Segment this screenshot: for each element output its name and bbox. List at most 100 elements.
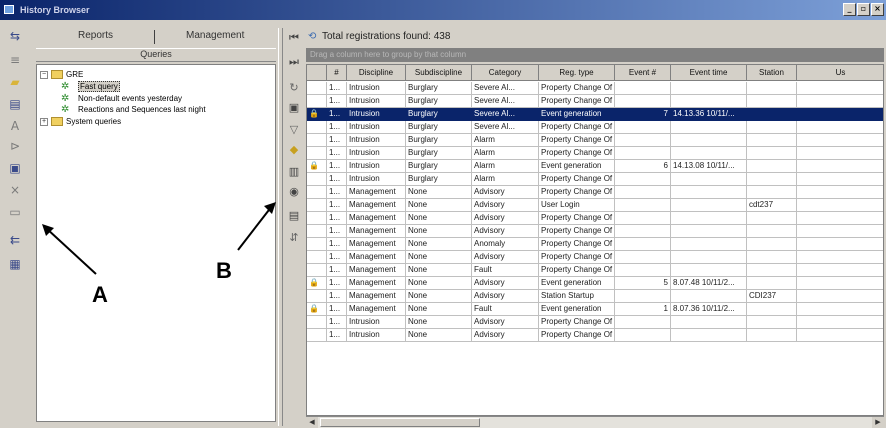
results-grid[interactable]: # Discipline Subdiscipline Category Reg. typ… [306, 64, 884, 416]
cell-discipline: Intrusion [347, 160, 406, 173]
column-header-user[interactable]: Us [797, 65, 883, 81]
refresh-icon[interactable]: ↻ [285, 80, 303, 95]
grid-icon[interactable]: ▦ [6, 256, 24, 272]
tree-node-fast-query[interactable]: ✲ Fast query [61, 81, 120, 92]
folder-icon[interactable]: ▰ [6, 74, 24, 90]
scroll-right-icon[interactable]: ▶ [872, 417, 884, 428]
column-header-event-number[interactable]: Event # [615, 65, 671, 81]
cell-category: Alarm [472, 147, 539, 160]
list-icon[interactable]: ≡ [6, 52, 24, 68]
expand-icon[interactable]: + [40, 117, 48, 126]
delete-icon[interactable]: × [6, 182, 24, 198]
table-row[interactable]: 1... Management None Advisory Station Startu… [307, 290, 883, 303]
user-cell [797, 264, 883, 277]
arrows-icon[interactable]: ⇆ [6, 28, 24, 44]
lock-cell [307, 134, 327, 147]
table-row[interactable]: 1... Intrusion Burglary Alarm Property Chang… [307, 147, 883, 160]
table-row[interactable]: 🔒 1... Management None Fault Event generation… [307, 303, 883, 316]
close-button[interactable]: × [871, 3, 884, 16]
cell-category: Fault [472, 264, 539, 277]
column-header-category[interactable]: Category [472, 65, 539, 81]
table-row[interactable]: 1... Intrusion Burglary Severe Al... Propert… [307, 82, 883, 95]
text-icon[interactable]: A [6, 118, 24, 134]
column-header-number[interactable]: # [327, 65, 347, 81]
column-header-subdiscipline[interactable]: Subdiscipline [406, 65, 472, 81]
group-by-bar[interactable]: Drag a column here to group by that colu… [306, 48, 884, 62]
columns-icon[interactable]: ▥ [285, 164, 303, 179]
cell-station [747, 121, 797, 134]
tree-node-reactions-sequences[interactable]: ✲ Reactions and Sequences last night [61, 104, 206, 115]
blank-icon[interactable]: ▭ [6, 204, 24, 220]
user-cell [797, 147, 883, 160]
table-row[interactable]: 1... Intrusion Burglary Severe Al... Propert… [307, 121, 883, 134]
cell-event-time [671, 82, 747, 95]
cell-reg-type: Property Change Of State [539, 186, 615, 199]
cell-number: 1... [327, 82, 347, 95]
table-row[interactable]: 🔒 1... Management None Advisory Event generat… [307, 277, 883, 290]
cell-reg-type: Property Change Of State [539, 251, 615, 264]
filter-icon[interactable]: ▽ [285, 122, 303, 137]
report-icon[interactable]: ▤ [6, 96, 24, 112]
eye-icon[interactable]: ◉ [285, 184, 303, 199]
export-icon[interactable]: ⇇ [6, 232, 24, 248]
lock-cell [307, 199, 327, 212]
table-row[interactable]: 1... Intrusion Burglary Severe Al... Propert… [307, 95, 883, 108]
cell-station [747, 147, 797, 160]
cell-category: Severe Al... [472, 108, 539, 121]
cell-category: Advisory [472, 225, 539, 238]
cell-station [747, 238, 797, 251]
first-icon[interactable]: ⏮ [285, 30, 303, 45]
print-icon[interactable]: ▤ [285, 208, 303, 223]
table-row[interactable]: 1... Management None Anomaly Property Change… [307, 238, 883, 251]
table-row[interactable]: 1... Intrusion None Advisory Property Change… [307, 329, 883, 342]
column-header-event-time[interactable]: Event time [671, 65, 747, 81]
column-header-station[interactable]: Station [747, 65, 797, 81]
horizontal-scrollbar[interactable]: ◀ ▶ [306, 416, 884, 428]
tree-node-gre[interactable]: − GRE [40, 69, 83, 80]
save-icon[interactable]: ▣ [285, 100, 303, 115]
cell-discipline: Management [347, 264, 406, 277]
maximize-button[interactable]: ▫ [857, 3, 870, 16]
lock-cell [307, 147, 327, 160]
table-row[interactable]: 1... Intrusion None Advisory Property Change… [307, 316, 883, 329]
column-header-discipline[interactable]: Discipline [347, 65, 406, 81]
title-bar[interactable]: History Browser _ ▫ × [0, 0, 886, 20]
table-row[interactable]: 1... Management None Advisory Property Chang… [307, 186, 883, 199]
lock-icon[interactable]: ◆ [285, 142, 303, 157]
scroll-left-icon[interactable]: ◀ [306, 417, 318, 428]
table-row[interactable]: 🔒 1... Intrusion Burglary Severe Al... Event … [307, 108, 883, 121]
last-icon[interactable]: ⏭ [285, 54, 303, 69]
user-cell [797, 199, 883, 212]
collapse-icon[interactable]: − [40, 70, 48, 79]
total-registrations: Total registrations found: 438 [322, 31, 451, 42]
lock-cell [307, 82, 327, 95]
filter-icon[interactable]: ⊳ [6, 138, 24, 154]
cell-event-number [615, 199, 671, 212]
cell-discipline: Management [347, 186, 406, 199]
minimize-button[interactable]: _ [843, 3, 856, 16]
table-row[interactable]: 1... Management None Advisory Property Chang… [307, 212, 883, 225]
table-row[interactable]: 1... Management None Advisory Property Chang… [307, 225, 883, 238]
column-header-reg-type[interactable]: Reg. type [539, 65, 615, 81]
tree-node-label: Reactions and Sequences last night [78, 105, 206, 114]
tree-node-non-default-events[interactable]: ✲ Non-default events yesterday [61, 93, 182, 104]
table-row[interactable]: 1... Management None Advisory User Login cdt2… [307, 199, 883, 212]
cell-event-number [615, 186, 671, 199]
panel-splitter[interactable] [278, 28, 283, 426]
sort-icon[interactable]: ⇵ [285, 230, 303, 245]
print-icon[interactable]: ▣ [6, 160, 24, 176]
table-row[interactable]: 1... Management None Advisory Property Chang… [307, 251, 883, 264]
group-by-hint: Drag a column here to group by that colu… [310, 50, 467, 59]
user-cell [797, 186, 883, 199]
scroll-thumb[interactable] [320, 418, 480, 427]
table-row[interactable]: 🔒 1... Intrusion Burglary Alarm Event generat… [307, 160, 883, 173]
cell-number: 1... [327, 303, 347, 316]
tab-management[interactable]: Management [186, 30, 244, 41]
table-row[interactable]: 1... Management None Fault Property Change O… [307, 264, 883, 277]
cell-event-number [615, 251, 671, 264]
tab-reports[interactable]: Reports [78, 30, 113, 41]
table-row[interactable]: 1... Intrusion Burglary Alarm Property Chang… [307, 173, 883, 186]
table-row[interactable]: 1... Intrusion Burglary Alarm Property Chang… [307, 134, 883, 147]
folder-icon [51, 70, 63, 79]
tree-node-system-queries[interactable]: + System queries [40, 116, 121, 127]
